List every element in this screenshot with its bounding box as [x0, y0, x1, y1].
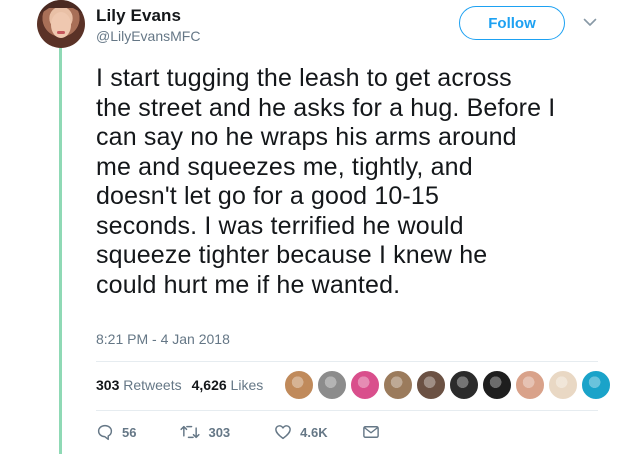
liker-avatar[interactable]: [416, 370, 446, 400]
liker-avatar[interactable]: [383, 370, 413, 400]
tweet-text: I start tugging the leash to get across …: [96, 64, 556, 299]
liker-avatar[interactable]: [482, 370, 512, 400]
likes-label: Likes: [230, 377, 264, 393]
reply-icon: [96, 423, 114, 441]
like-count: 4.6K: [300, 424, 328, 440]
likes-stat[interactable]: 4,626 Likes: [192, 377, 264, 393]
retweet-action[interactable]: 303: [180, 423, 230, 441]
direct-message-action[interactable]: [362, 424, 380, 440]
author-name[interactable]: Lily Evans: [96, 6, 181, 26]
retweet-count: 303: [208, 424, 231, 440]
avatar-face: [51, 12, 71, 38]
tweet-timestamp[interactable]: 8:21 PM - 4 Jan 2018: [96, 331, 230, 347]
thread-connector-line: [59, 48, 62, 454]
liker-avatar[interactable]: [515, 370, 545, 400]
retweets-count: 303: [96, 377, 120, 393]
chevron-down-icon[interactable]: [580, 12, 600, 32]
envelope-icon: [362, 424, 380, 440]
author-avatar[interactable]: [37, 0, 85, 48]
divider-top: [96, 361, 598, 362]
author-handle[interactable]: @LilyEvansMFC: [96, 28, 200, 44]
liker-avatars: [284, 370, 614, 400]
avatar-lips: [57, 31, 65, 34]
retweets-stat[interactable]: 303 Retweets: [96, 377, 182, 393]
reply-action[interactable]: 56: [96, 423, 136, 441]
liker-avatar[interactable]: [284, 370, 314, 400]
liker-avatar[interactable]: [350, 370, 380, 400]
liker-avatar[interactable]: [449, 370, 479, 400]
reply-count: 56: [122, 424, 137, 440]
tweet-actions: 56 303 4.6K: [96, 423, 380, 441]
follow-button[interactable]: Follow: [459, 6, 565, 40]
like-action[interactable]: 4.6K: [274, 423, 328, 441]
tweet-stats: 303 Retweets 4,626 Likes: [96, 376, 263, 394]
retweet-icon: [180, 423, 201, 441]
likes-count: 4,626: [191, 377, 227, 393]
heart-icon: [274, 423, 292, 441]
liker-avatar[interactable]: [317, 370, 347, 400]
liker-avatar[interactable]: [581, 370, 611, 400]
liker-avatar[interactable]: [548, 370, 578, 400]
retweets-label: Retweets: [123, 377, 182, 393]
divider-bottom: [96, 410, 598, 411]
